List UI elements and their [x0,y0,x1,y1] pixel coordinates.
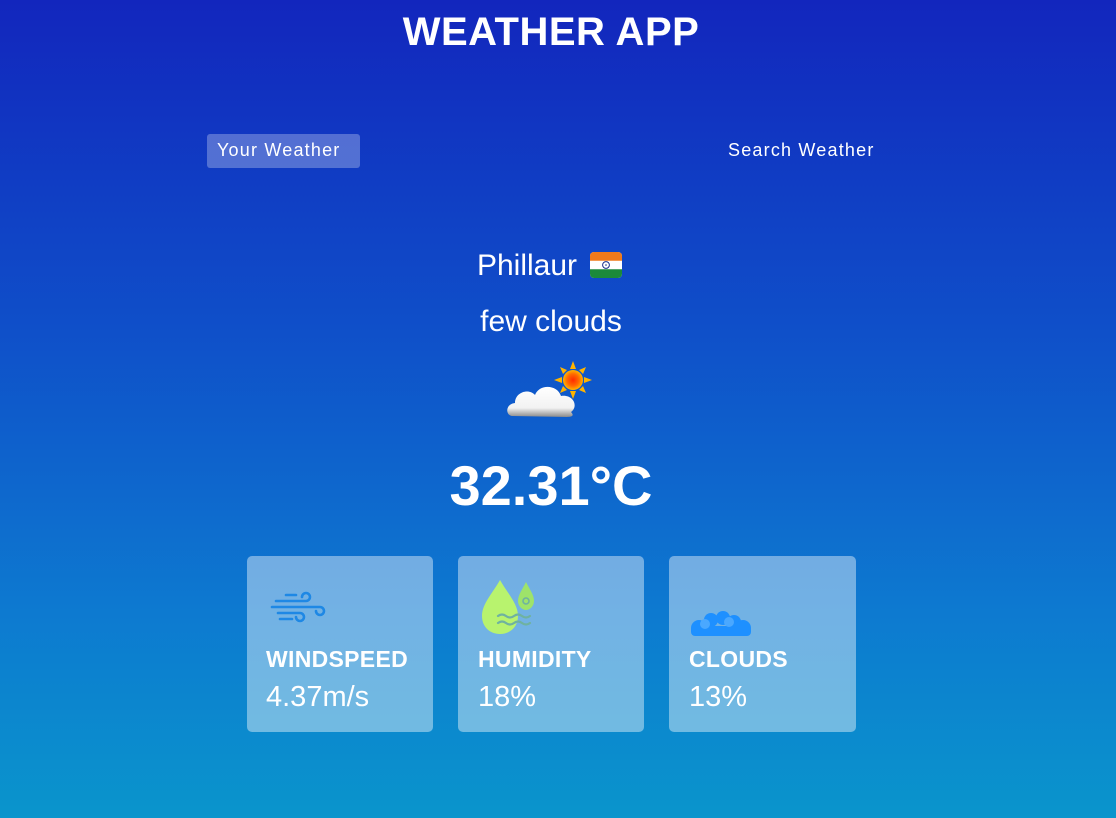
weather-card: Phillaur few clouds 32.31°C [0,240,1102,518]
clouds-icon [691,611,751,636]
clouds-card: CLOUDS 13% [669,556,856,732]
windspeed-card: WINDSPEED 4.37m/s [247,556,433,732]
sun-behind-cloud-icon [507,361,592,417]
windspeed-label: WINDSPEED [266,646,408,672]
location-row: Phillaur [0,240,1102,292]
wind-icon [270,591,326,623]
tab-your-weather[interactable]: Your Weather [207,134,360,168]
clouds-label: CLOUDS [689,646,788,672]
tab-bar: Your Weather Search Weather [0,134,1116,168]
humidity-card: HUMIDITY 18% [458,556,644,732]
humidity-drops-icon [482,580,534,634]
app-title: WEATHER APP [402,10,700,54]
india-flag-icon [590,252,623,279]
windspeed-value: 4.37m/s [266,681,370,713]
weather-description: few clouds [480,305,622,338]
humidity-label: HUMIDITY [478,646,592,672]
tab-search-weather[interactable]: Search Weather [718,134,895,168]
temperature: 32.31°C [449,454,653,517]
stats-row: WINDSPEED 4.37m/s HUMIDITY 18% CLOUDS 13… [0,556,1116,732]
clouds-value: 13% [689,681,748,713]
humidity-value: 18% [478,681,537,713]
city-name: Phillaur [476,249,578,282]
